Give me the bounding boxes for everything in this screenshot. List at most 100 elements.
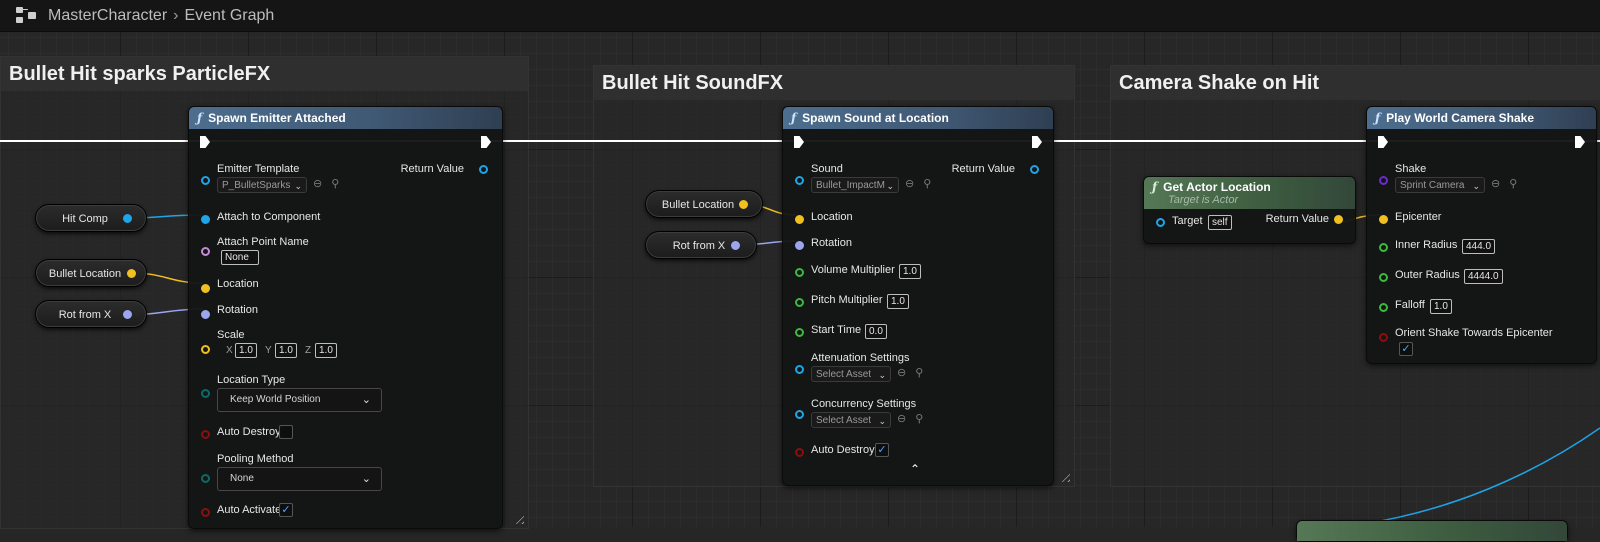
target-pin[interactable]	[1156, 218, 1165, 227]
attach-to-component-pin[interactable]	[201, 215, 210, 224]
resize-handle[interactable]	[512, 512, 524, 524]
outer-radius-pin[interactable]	[1379, 273, 1388, 282]
node-header[interactable]: ƒ Play World Camera Shake	[1367, 107, 1596, 129]
rot-from-x-node-2[interactable]: Rot from X	[645, 231, 757, 259]
output-pin[interactable]	[739, 200, 748, 209]
volume-multiplier-pin[interactable]	[795, 268, 804, 277]
rot-from-x-node[interactable]: Rot from X	[35, 300, 147, 328]
spawn-emitter-attached-node[interactable]: ƒ Spawn Emitter Attached Emitter Templat…	[188, 106, 503, 529]
start-time-input[interactable]: 0.0	[865, 324, 887, 339]
scale-x-input[interactable]: 1.0	[235, 343, 257, 358]
hit-comp-node[interactable]: Hit Comp	[35, 204, 147, 232]
shake-dropdown[interactable]: Sprint Camera ⌄	[1395, 177, 1485, 193]
location-type-pin[interactable]	[201, 389, 210, 398]
node-header[interactable]: ƒ Spawn Emitter Attached	[189, 107, 502, 129]
collapse-chevron-icon[interactable]: ⌃	[910, 462, 920, 476]
blueprint-graph-icon	[16, 6, 38, 25]
auto-destroy-checkbox[interactable]	[279, 425, 293, 439]
epicenter-pin[interactable]	[1379, 215, 1388, 224]
inner-radius-input[interactable]: 444.0	[1462, 239, 1496, 254]
inner-radius-pin[interactable]	[1379, 243, 1388, 252]
outer-radius-input[interactable]: 4444.0	[1464, 269, 1503, 284]
scale-y-input[interactable]: 1.0	[275, 343, 297, 358]
breadcrumb-current[interactable]: Event Graph	[184, 7, 274, 25]
attenuation-settings-pin[interactable]	[795, 365, 804, 374]
return-value-pin[interactable]	[1334, 215, 1343, 224]
volume-multiplier-input[interactable]: 1.0	[899, 264, 921, 279]
exec-out-pin[interactable]	[481, 136, 491, 148]
rotation-pin[interactable]	[201, 310, 210, 319]
auto-destroy-pin[interactable]	[201, 430, 210, 439]
bullet-location-node-2[interactable]: Bullet Location	[645, 190, 763, 218]
get-actor-location-node[interactable]: ƒ Get Actor Location Target is Actor Tar…	[1143, 176, 1356, 244]
auto-destroy-checkbox[interactable]: ✓	[875, 443, 889, 457]
exec-out-pin[interactable]	[1575, 136, 1585, 148]
node-title: Play World Camera Shake	[1386, 111, 1535, 125]
sound-pin[interactable]	[795, 176, 804, 185]
chevron-down-icon: ⌄	[878, 370, 886, 380]
pooling-method-pin[interactable]	[201, 474, 210, 483]
spawn-sound-at-location-node[interactable]: ƒ Spawn Sound at Location Sound Bullet_I…	[782, 106, 1054, 486]
play-world-camera-shake-node[interactable]: ƒ Play World Camera Shake Shake Sprint C…	[1366, 106, 1597, 364]
exec-in-pin[interactable]	[794, 136, 804, 148]
offscreen-node[interactable]	[1296, 520, 1568, 542]
location-type-dropdown[interactable]: Keep World Position ⌄	[217, 388, 382, 412]
browse-icons[interactable]: ⊖ ⚲	[1491, 177, 1520, 190]
orient-shake-checkbox[interactable]: ✓	[1399, 342, 1413, 356]
pooling-method-label: Pooling Method	[217, 453, 294, 465]
start-time-pin[interactable]	[795, 328, 804, 337]
falloff-input[interactable]: 1.0	[1430, 299, 1452, 314]
pitch-multiplier-pin[interactable]	[795, 298, 804, 307]
attach-point-name-pin[interactable]	[201, 247, 210, 256]
falloff-pin[interactable]	[1379, 303, 1388, 312]
auto-destroy-pin[interactable]	[795, 448, 804, 457]
return-value-pin[interactable]	[479, 165, 488, 174]
orient-shake-pin[interactable]	[1379, 333, 1388, 342]
location-label: Location	[217, 278, 259, 290]
bullet-location-node[interactable]: Bullet Location	[35, 259, 147, 287]
auto-activate-checkbox[interactable]: ✓	[279, 503, 293, 517]
rotation-label: Rotation	[217, 304, 258, 316]
dropdown-value: Select Asset	[816, 369, 872, 380]
exec-in-pin[interactable]	[200, 136, 210, 148]
browse-icons[interactable]: ⊖ ⚲	[905, 177, 934, 190]
attenuation-settings-dropdown[interactable]: Select Asset ⌄	[811, 366, 891, 382]
exec-out-pin[interactable]	[1032, 136, 1042, 148]
node-label: Rot from X	[672, 240, 726, 252]
auto-activate-pin[interactable]	[201, 508, 210, 517]
location-pin[interactable]	[201, 284, 210, 293]
target-input[interactable]: self	[1208, 215, 1232, 230]
chevron-down-icon: ⌄	[361, 473, 371, 485]
browse-icons[interactable]: ⊖ ⚲	[897, 412, 926, 425]
pooling-method-dropdown[interactable]: None ⌄	[217, 467, 382, 491]
concurrency-settings-pin[interactable]	[795, 410, 804, 419]
attach-point-name-label: Attach Point Name	[217, 236, 309, 248]
scale-pin[interactable]	[201, 345, 210, 354]
node-header[interactable]: ƒ Spawn Sound at Location	[783, 107, 1053, 129]
breadcrumb-root[interactable]: MasterCharacter	[48, 7, 167, 25]
location-pin[interactable]	[795, 215, 804, 224]
emitter-template-dropdown[interactable]: P_BulletSparks ⌄	[217, 177, 307, 193]
node-title: Spawn Emitter Attached	[208, 111, 346, 125]
exec-in-pin[interactable]	[1378, 136, 1388, 148]
output-pin[interactable]	[731, 241, 740, 250]
return-value-pin[interactable]	[1030, 165, 1039, 174]
node-header[interactable]: ƒ Get Actor Location Target is Actor	[1144, 177, 1355, 209]
output-pin[interactable]	[123, 310, 132, 319]
pitch-multiplier-input[interactable]: 1.0	[887, 294, 909, 309]
function-icon: ƒ	[1152, 180, 1158, 194]
rotation-pin[interactable]	[795, 241, 804, 250]
browse-icons[interactable]: ⊖ ⚲	[313, 177, 342, 190]
emitter-template-pin[interactable]	[201, 176, 210, 185]
scale-z-input[interactable]: 1.0	[315, 343, 337, 358]
output-pin[interactable]	[123, 214, 132, 223]
shake-pin[interactable]	[1379, 176, 1388, 185]
browse-icons[interactable]: ⊖ ⚲	[897, 366, 926, 379]
output-pin[interactable]	[127, 269, 136, 278]
concurrency-settings-dropdown[interactable]: Select Asset ⌄	[811, 412, 891, 428]
node-header[interactable]	[1297, 521, 1567, 541]
auto-destroy-label: Auto Destroy	[811, 444, 875, 456]
resize-handle[interactable]	[1058, 470, 1070, 482]
attach-point-name-input[interactable]: None	[221, 250, 259, 265]
sound-dropdown[interactable]: Bullet_ImpactM ⌄	[811, 177, 899, 193]
